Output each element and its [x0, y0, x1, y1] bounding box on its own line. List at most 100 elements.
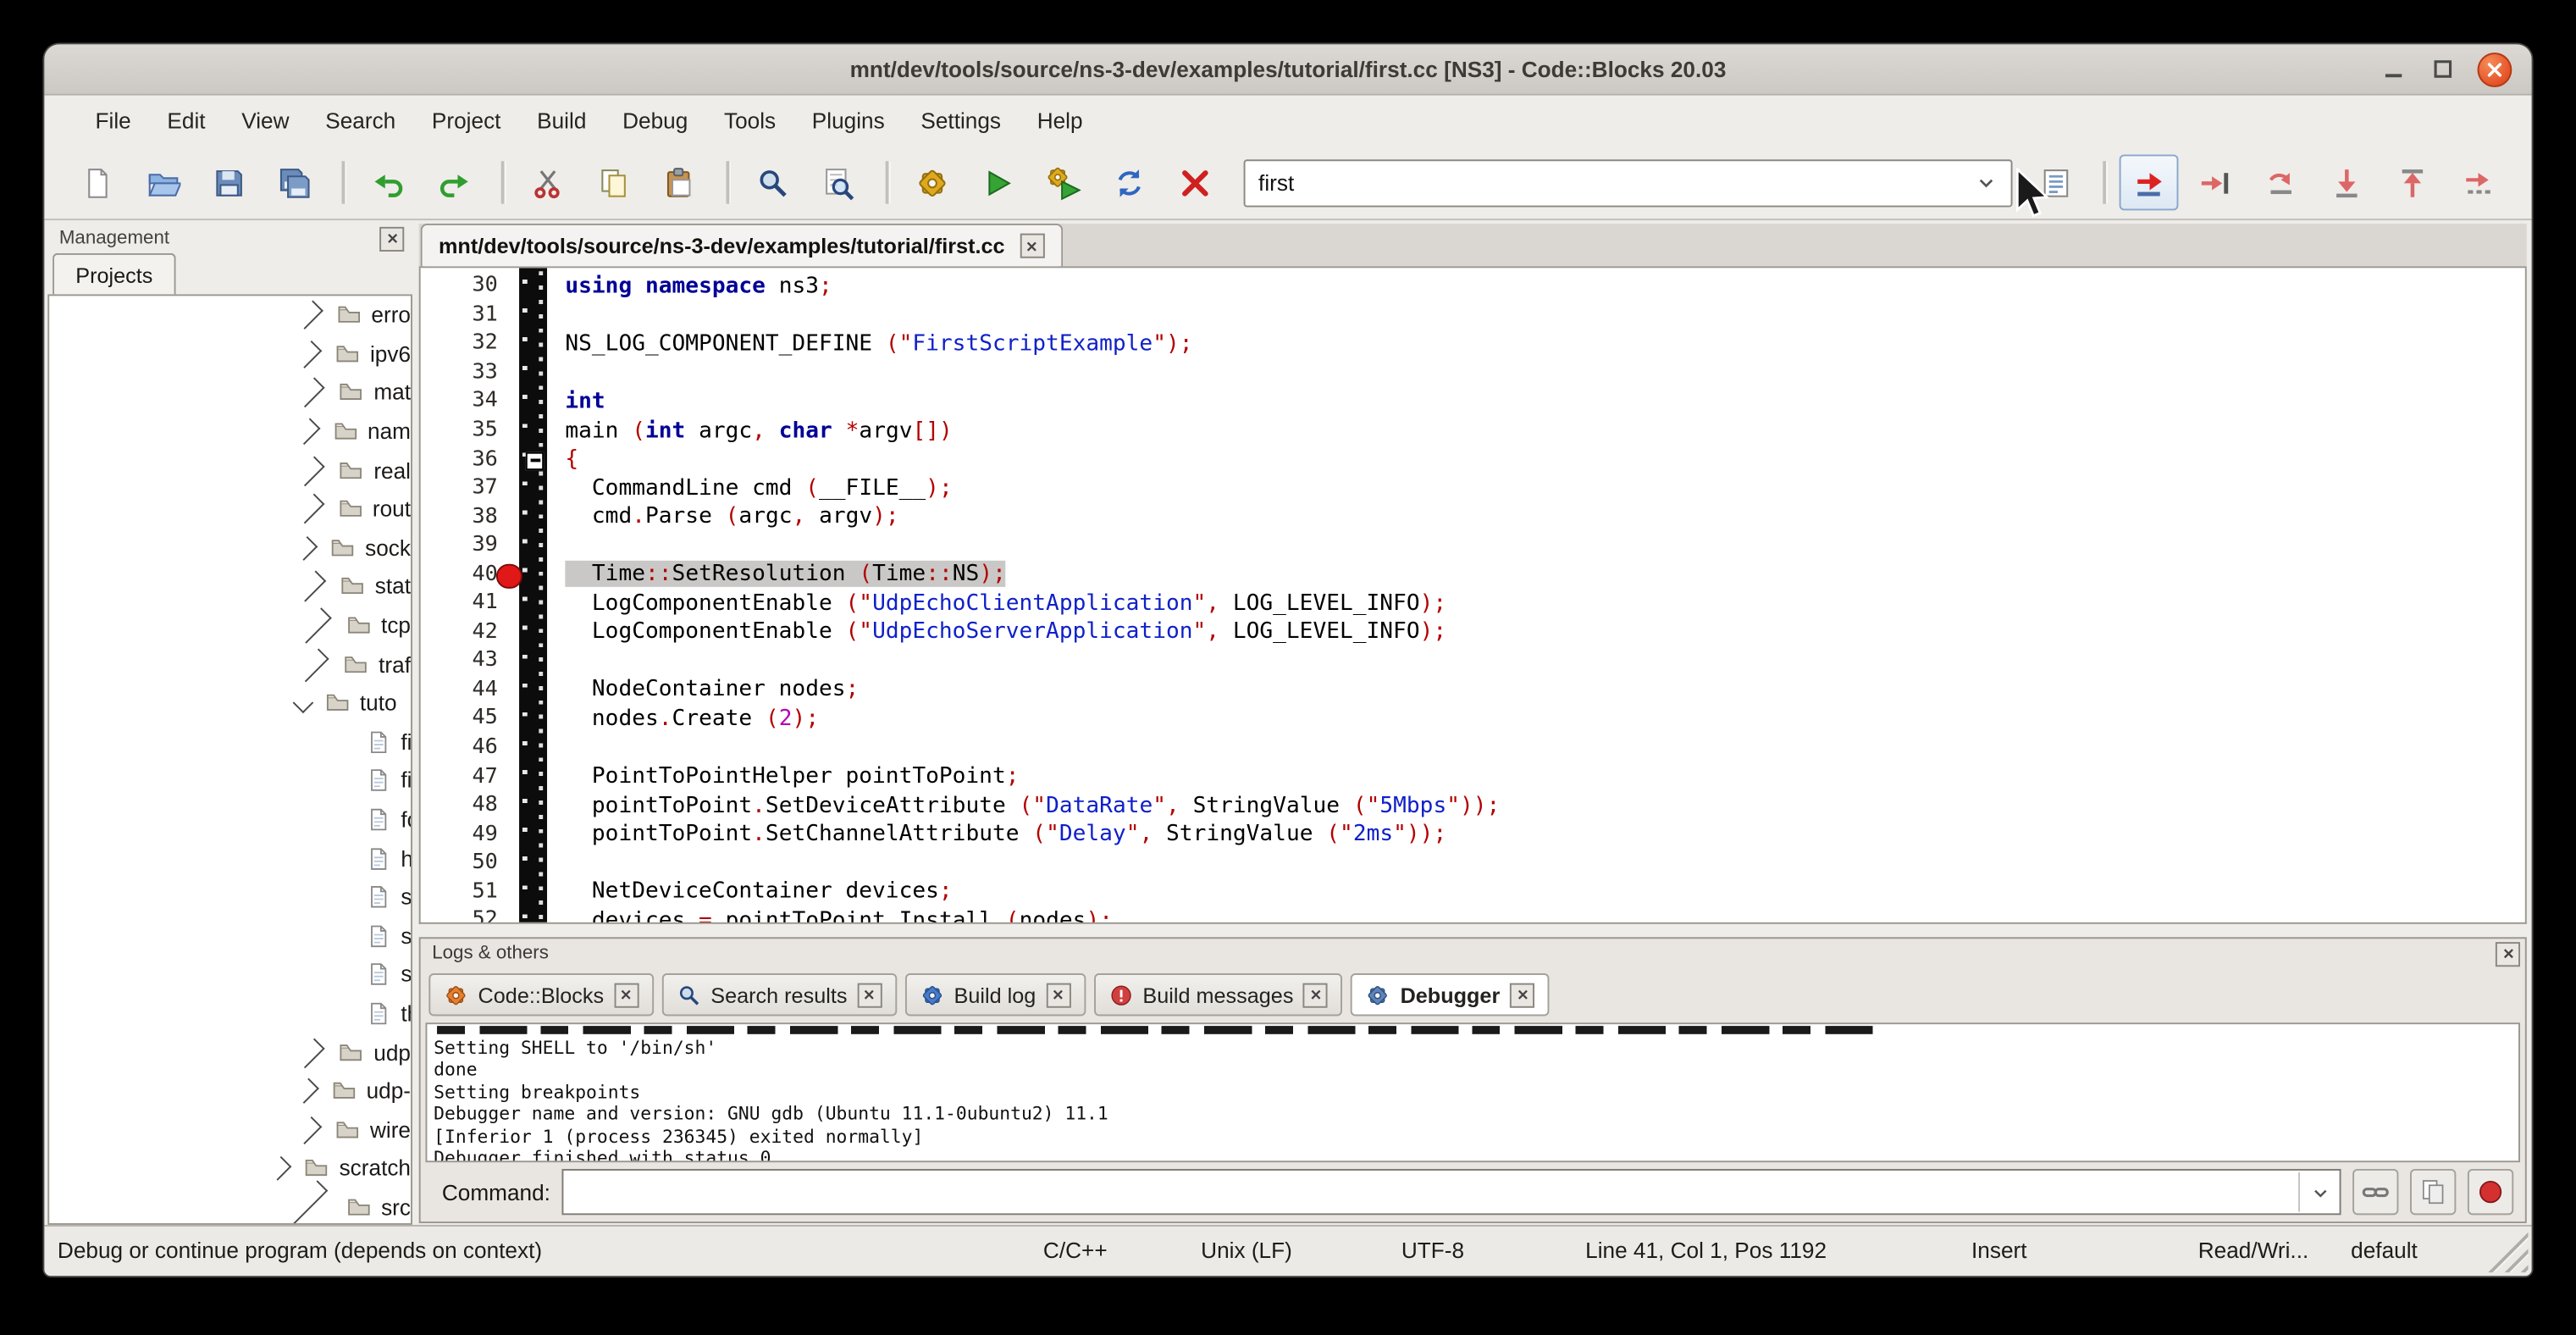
step-into-button[interactable] — [2316, 154, 2375, 210]
next-line-button[interactable] — [2251, 154, 2310, 210]
open-file-button[interactable] — [133, 154, 192, 210]
logs-tab-close-button[interactable] — [1046, 983, 1070, 1007]
rebuild-button[interactable] — [1099, 154, 1158, 210]
code-line-52[interactable]: devices = pointToPoint.Install (nodes); — [547, 906, 2525, 923]
logs-tab-build-messages[interactable]: Build messages — [1093, 973, 1342, 1016]
close-button[interactable] — [2478, 52, 2512, 86]
copy-button[interactable] — [583, 154, 643, 210]
code-line-42[interactable]: LogComponentEnable ("UdpEchoServerApplic… — [547, 618, 2525, 646]
command-input[interactable] — [562, 1169, 2341, 1215]
code-line-48[interactable]: pointToPoint.SetDeviceAttribute ("DataRa… — [547, 790, 2525, 819]
logs-tab-close-button[interactable] — [1303, 983, 1328, 1007]
code-line-34[interactable]: int — [547, 386, 2525, 415]
tree-item-tuto-10[interactable]: tuto — [49, 684, 411, 723]
chevron-right-icon[interactable] — [296, 607, 332, 644]
tree-item-erro-0[interactable]: erro — [49, 296, 411, 335]
menu-search[interactable]: Search — [307, 108, 414, 133]
command-history-dropdown[interactable] — [2298, 1172, 2340, 1212]
fold-margin[interactable] — [519, 268, 547, 922]
tree-item-udp-20[interactable]: udp- — [49, 1072, 411, 1111]
horizontal-splitter[interactable] — [419, 924, 2527, 938]
chevron-down-icon[interactable] — [293, 693, 314, 714]
menu-edit[interactable]: Edit — [149, 108, 224, 133]
debug-continue-button[interactable] — [2120, 154, 2179, 210]
chevron-right-icon[interactable] — [295, 495, 324, 524]
tree-item-nam-3[interactable]: nam — [49, 413, 411, 451]
tree-item-real-4[interactable]: real — [49, 451, 411, 490]
code-line-45[interactable]: nodes.Create (2); — [547, 704, 2525, 733]
logs-tab-close-button[interactable] — [857, 983, 882, 1007]
logs-tab-build-log[interactable]: Build log — [904, 973, 1085, 1016]
editor-tab-first-cc[interactable]: mnt/dev/tools/source/ns-3-dev/examples/t… — [421, 224, 1063, 266]
menu-settings[interactable]: Settings — [903, 108, 1019, 133]
code-area[interactable]: using namespace ns3; NS_LOG_COMPONENT_DEF… — [547, 271, 2525, 924]
title-bar[interactable]: mnt/dev/tools/source/ns-3-dev/examples/t… — [44, 44, 2531, 95]
tree-item-he-14[interactable]: he — [49, 839, 411, 878]
tree-item-udp-19[interactable]: udp — [49, 1033, 411, 1072]
next-instruction-button[interactable] — [2448, 154, 2507, 210]
build-button[interactable] — [902, 154, 961, 210]
find-in-files-button[interactable] — [808, 154, 867, 210]
code-line-32[interactable]: NS_LOG_COMPONENT_DEFINE ("FirstScriptExa… — [547, 329, 2525, 357]
editor-tab-close-button[interactable] — [1020, 234, 1044, 258]
code-line-37[interactable]: CommandLine cmd (__FILE__); — [547, 474, 2525, 502]
logs-tab-debugger[interactable]: Debugger — [1351, 973, 1549, 1016]
tree-item-scratch-22[interactable]: scratch — [49, 1149, 411, 1188]
chevron-right-icon[interactable] — [295, 571, 326, 602]
code-line-31[interactable] — [547, 300, 2525, 329]
abort-build-button[interactable] — [1164, 154, 1224, 210]
tree-item-rout-5[interactable]: rout — [49, 490, 411, 529]
chevron-right-icon[interactable] — [295, 1037, 325, 1067]
menu-tools[interactable]: Tools — [706, 108, 794, 133]
code-line-47[interactable]: PointToPointHelper pointToPoint; — [547, 762, 2525, 790]
tree-item-si-17[interactable]: si — [49, 956, 411, 994]
chevron-right-icon[interactable] — [294, 1116, 322, 1144]
tree-item-fo-13[interactable]: fo — [49, 800, 411, 839]
chevron-right-icon[interactable] — [294, 340, 322, 368]
menu-file[interactable]: File — [77, 108, 149, 133]
chevron-right-icon[interactable] — [296, 647, 329, 681]
management-close-button[interactable] — [379, 226, 404, 251]
breakpoint-marker[interactable] — [496, 563, 522, 589]
save-all-button[interactable] — [264, 154, 323, 210]
tree-item-tcp-8[interactable]: tcp — [49, 607, 411, 645]
find-button[interactable] — [743, 154, 802, 210]
build-and-run-button[interactable] — [1033, 154, 1092, 210]
fold-collapse-icon[interactable] — [526, 451, 544, 469]
code-line-39[interactable] — [547, 531, 2525, 560]
chevron-right-icon[interactable] — [295, 455, 325, 485]
cut-button[interactable] — [517, 154, 577, 210]
tree-item-wire-21[interactable]: wire — [49, 1111, 411, 1149]
chevron-right-icon[interactable] — [295, 301, 323, 330]
stop-debugger-button[interactable] — [2468, 1169, 2513, 1215]
tree-item-th-18[interactable]: th — [49, 994, 411, 1033]
tree-item-sock-6[interactable]: sock — [49, 529, 411, 568]
tree-item-se-16[interactable]: se — [49, 917, 411, 956]
code-line-36[interactable]: { — [547, 445, 2525, 474]
run-button[interactable] — [968, 154, 1027, 210]
code-line-40[interactable]: Time::SetResolution (Time::NS); — [547, 560, 2525, 589]
chevron-right-icon[interactable] — [294, 535, 318, 560]
resize-grip[interactable] — [2487, 1232, 2529, 1273]
logs-tab-search-results[interactable]: Search results — [661, 973, 897, 1016]
paste-button[interactable] — [649, 154, 708, 210]
logs-close-button[interactable] — [2496, 941, 2520, 966]
tab-projects[interactable]: Projects — [53, 253, 175, 295]
code-line-30[interactable]: using namespace ns3; — [547, 271, 2525, 300]
tree-item-fir-12[interactable]: fir — [49, 762, 411, 800]
menu-project[interactable]: Project — [414, 108, 519, 133]
tree-item-ipv6-1[interactable]: ipv6 — [49, 335, 411, 374]
code-line-33[interactable] — [547, 357, 2525, 386]
code-line-46[interactable] — [547, 733, 2525, 762]
code-line-49[interactable]: pointToPoint.SetChannelAttribute ("Delay… — [547, 819, 2525, 848]
chevron-right-icon[interactable] — [295, 378, 325, 408]
logs-tab-close-button[interactable] — [614, 983, 638, 1007]
maximize-button[interactable] — [2428, 54, 2457, 84]
code-line-41[interactable]: LogComponentEnable ("UdpEchoClientApplic… — [547, 589, 2525, 618]
menu-debug[interactable]: Debug — [605, 108, 706, 133]
menu-build[interactable]: Build — [519, 108, 605, 133]
code-line-43[interactable] — [547, 646, 2525, 675]
code-line-50[interactable] — [547, 848, 2525, 877]
tree-item-traf-9[interactable]: traf — [49, 645, 411, 684]
tree-item-src-23[interactable]: src — [49, 1188, 411, 1225]
